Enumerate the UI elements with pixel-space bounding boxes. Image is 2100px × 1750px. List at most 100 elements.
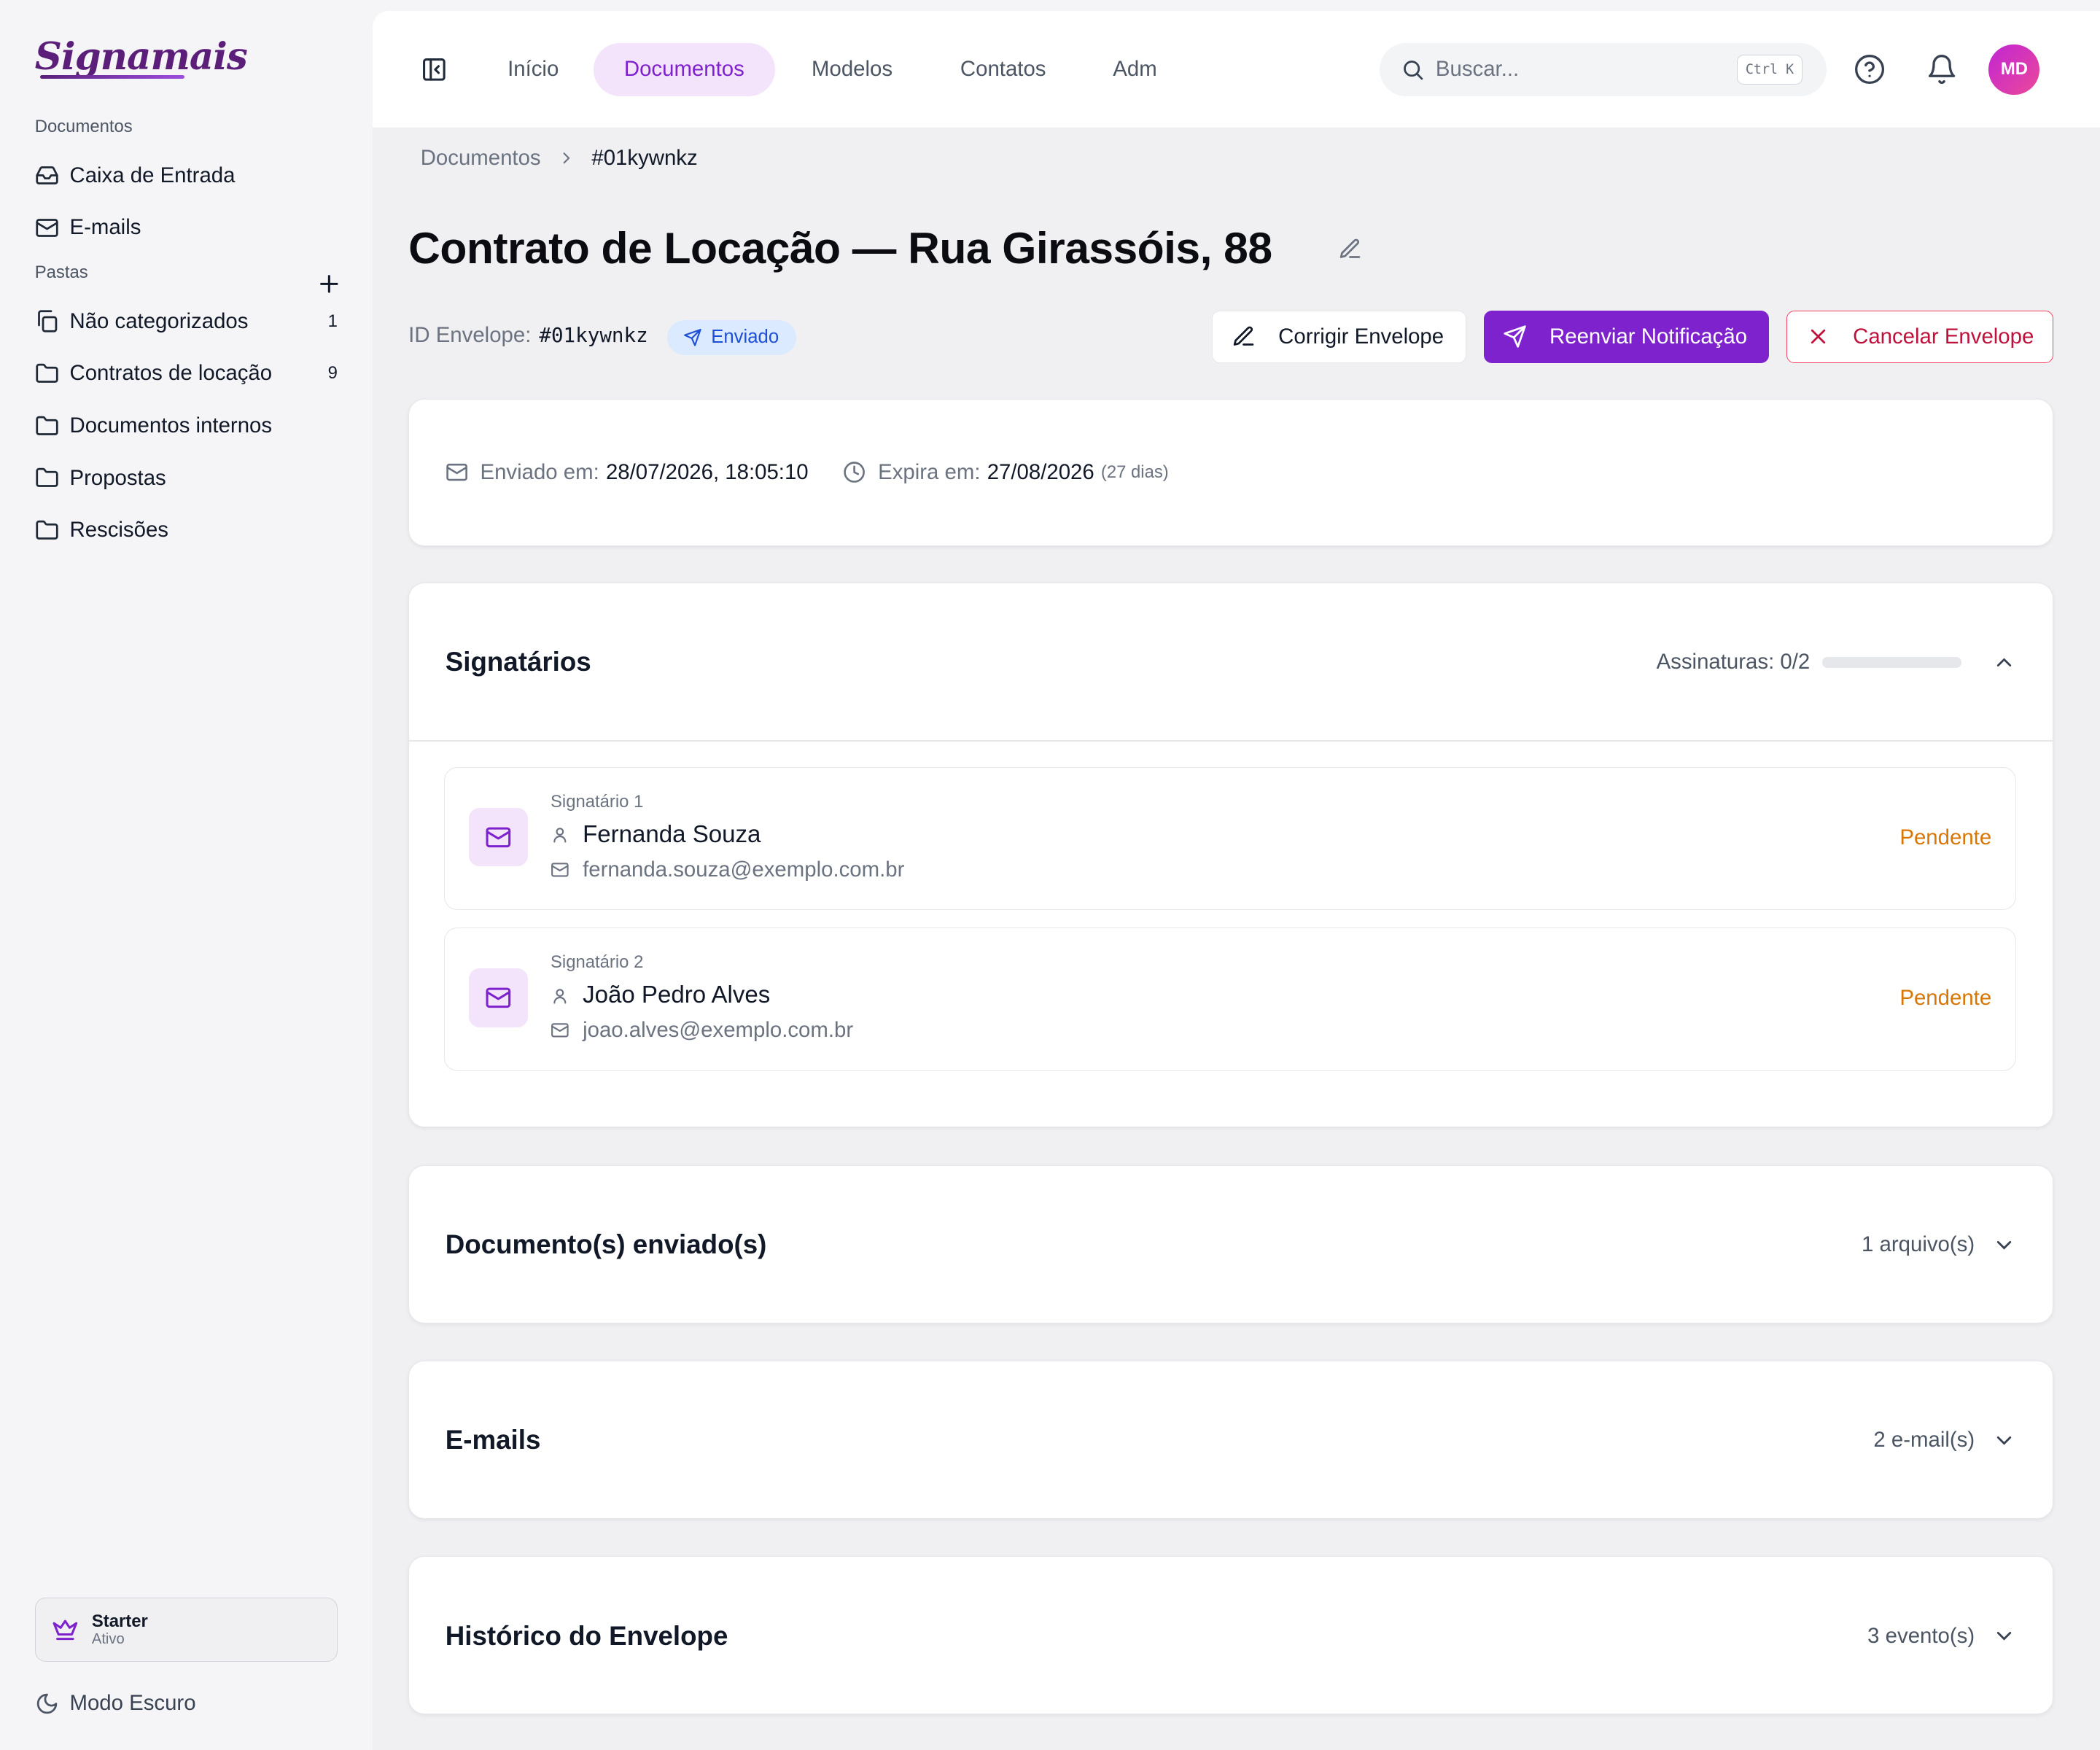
signer-email-text: joao.alves@exemplo.com.br bbox=[583, 1018, 854, 1043]
chevron-up-icon[interactable] bbox=[1992, 650, 2016, 674]
edit-title-icon[interactable] bbox=[1338, 237, 1362, 261]
breadcrumb-documents-link[interactable]: Documentos bbox=[421, 146, 541, 171]
signer-name-text: Fernanda Souza bbox=[583, 821, 761, 849]
cancel-envelope-button[interactable]: Cancelar Envelope bbox=[1786, 311, 2053, 363]
tab-modelos[interactable]: Modelos bbox=[781, 43, 924, 96]
user-icon bbox=[551, 987, 569, 1006]
signer-status: Pendente bbox=[1899, 825, 1992, 849]
envelope-dates: Enviado em: 28/07/2026, 18:05:10 Expira … bbox=[446, 460, 1169, 485]
sent-value: 28/07/2026, 18:05:10 bbox=[605, 459, 809, 484]
tab-adm[interactable]: Adm bbox=[1082, 43, 1188, 96]
sent-documents-summary: 1 arquivo(s) bbox=[1862, 1232, 1975, 1257]
sidebar-folder-internal-docs[interactable]: Documentos internos bbox=[35, 407, 338, 444]
tab-contatos[interactable]: Contatos bbox=[930, 43, 1077, 96]
chevron-down-icon[interactable] bbox=[1992, 1624, 2016, 1648]
expires-label: Expira em: bbox=[878, 459, 981, 484]
breadcrumb-current: #01kywnkz bbox=[591, 145, 698, 170]
dark-mode-label: Modo Escuro bbox=[69, 1691, 196, 1716]
mail-icon bbox=[35, 216, 59, 240]
inbox-icon bbox=[35, 163, 59, 187]
emails-summary: 2 e-mail(s) bbox=[1873, 1428, 1975, 1452]
send-icon bbox=[683, 328, 702, 347]
pencil-icon bbox=[1232, 324, 1256, 349]
status-badge-label: Enviado bbox=[711, 327, 779, 348]
status-badge: Enviado bbox=[666, 319, 796, 355]
chevron-down-icon[interactable] bbox=[1992, 1428, 2016, 1452]
mail-icon bbox=[468, 968, 528, 1027]
envelope-id: ID Envelope: #01kywnkz bbox=[408, 323, 648, 348]
close-icon bbox=[1806, 324, 1830, 349]
signer-card: Signatário 2 João Pedro Alves joao.alves… bbox=[443, 927, 2017, 1071]
emails-card: E-mails 2 e-mail(s) bbox=[408, 1361, 2053, 1519]
user-avatar[interactable]: MD bbox=[1988, 44, 2040, 96]
envelope-history-header[interactable]: Histórico do Envelope 3 evento(s) bbox=[446, 1617, 2016, 1654]
signers-card: Signatários Assinaturas: 0/2 Signatário … bbox=[408, 582, 2053, 1128]
sidebar-folder-terminations[interactable]: Rescisões bbox=[35, 512, 338, 549]
envelope-id-value: #01kywnkz bbox=[539, 323, 648, 347]
sidebar-collapse-button[interactable] bbox=[421, 56, 448, 83]
breadcrumb: Documentos #01kywnkz bbox=[421, 144, 698, 171]
signer-name: Fernanda Souza bbox=[551, 821, 761, 849]
chevron-down-icon[interactable] bbox=[1992, 1233, 2016, 1257]
signers-header[interactable]: Signatários Assinaturas: 0/2 bbox=[446, 644, 2016, 681]
folder-icon bbox=[35, 414, 59, 438]
sidebar-folder-count: 1 bbox=[327, 311, 338, 331]
sidebar-folder-count: 9 bbox=[327, 363, 338, 384]
fix-envelope-label: Corrigir Envelope bbox=[1278, 324, 1444, 349]
sidebar: Signamais Documentos Caixa de Entrada E-… bbox=[0, 0, 373, 1750]
sidebar-folder-label: Rescisões bbox=[69, 518, 168, 542]
envelope-history-title: Histórico do Envelope bbox=[445, 1620, 728, 1651]
bell-icon[interactable] bbox=[1926, 53, 1958, 85]
help-icon[interactable] bbox=[1854, 53, 1886, 85]
dark-mode-toggle[interactable]: Modo Escuro bbox=[35, 1687, 196, 1719]
search-shortcut-hint: Ctrl K bbox=[1736, 55, 1803, 85]
search-icon bbox=[1401, 58, 1425, 82]
signer-email: fernanda.souza@exemplo.com.br bbox=[551, 858, 904, 882]
sent-label: Enviado em: bbox=[480, 459, 599, 484]
resend-notification-button[interactable]: Reenviar Notificação bbox=[1484, 311, 1770, 363]
signer-email: joao.alves@exemplo.com.br bbox=[551, 1018, 853, 1043]
user-icon bbox=[551, 825, 569, 844]
tab-documentos[interactable]: Documentos bbox=[593, 42, 776, 97]
signatures-progress-bar bbox=[1821, 656, 1961, 668]
plan-card[interactable]: Starter Ativo bbox=[34, 1598, 338, 1662]
sidebar-item-emails[interactable]: E-mails bbox=[35, 209, 338, 246]
search-box[interactable]: Ctrl K bbox=[1379, 42, 1827, 97]
sent-documents-header[interactable]: Documento(s) enviado(s) 1 arquivo(s) bbox=[446, 1226, 2016, 1264]
search-input[interactable] bbox=[1435, 57, 1704, 82]
moon-icon bbox=[35, 1692, 59, 1716]
plan-name: Starter bbox=[91, 1611, 148, 1631]
mail-icon bbox=[551, 1021, 569, 1040]
cancel-envelope-label: Cancelar Envelope bbox=[1853, 324, 2034, 349]
clock-icon bbox=[843, 461, 866, 483]
fix-envelope-button[interactable]: Corrigir Envelope bbox=[1212, 311, 1467, 363]
signer-name: João Pedro Alves bbox=[551, 981, 770, 1009]
app-logo[interactable]: Signamais bbox=[35, 35, 248, 79]
sidebar-section-folders: Pastas bbox=[34, 262, 88, 282]
logo-swoosh bbox=[40, 74, 185, 79]
add-folder-button[interactable] bbox=[316, 271, 343, 298]
sidebar-folder-proposals[interactable]: Propostas bbox=[35, 459, 338, 497]
crown-icon bbox=[52, 1617, 79, 1644]
mail-icon bbox=[468, 807, 528, 867]
envelope-history-summary: 3 evento(s) bbox=[1867, 1623, 1975, 1648]
signatures-progress-label: Assinaturas: 0/2 bbox=[1656, 650, 1811, 674]
sidebar-folder-rental-contracts[interactable]: Contratos de locação 9 bbox=[35, 355, 338, 392]
sidebar-item-inbox[interactable]: Caixa de Entrada bbox=[35, 157, 338, 194]
signer-status: Pendente bbox=[1899, 985, 1992, 1010]
sidebar-folder-uncategorized[interactable]: Não categorizados 1 bbox=[35, 303, 338, 340]
signer-label: Signatário 2 bbox=[551, 952, 644, 973]
envelope-id-label: ID Envelope: bbox=[408, 322, 532, 347]
signer-name-text: João Pedro Alves bbox=[583, 981, 771, 1009]
plan-status: Ativo bbox=[91, 1631, 125, 1648]
emails-header[interactable]: E-mails 2 e-mail(s) bbox=[446, 1422, 2016, 1459]
sidebar-section-documents: Documentos bbox=[34, 116, 133, 136]
expires-value: 27/08/2026 bbox=[987, 459, 1094, 484]
sidebar-folder-label: Não categorizados bbox=[69, 308, 249, 333]
tab-inicio[interactable]: Início bbox=[477, 43, 590, 96]
signer-email-text: fernanda.souza@exemplo.com.br bbox=[583, 857, 905, 882]
sent-documents-title: Documento(s) enviado(s) bbox=[445, 1229, 767, 1260]
sidebar-item-label: E-mails bbox=[69, 215, 141, 240]
sidebar-item-label: Caixa de Entrada bbox=[69, 163, 236, 187]
folder-icon bbox=[35, 518, 59, 542]
